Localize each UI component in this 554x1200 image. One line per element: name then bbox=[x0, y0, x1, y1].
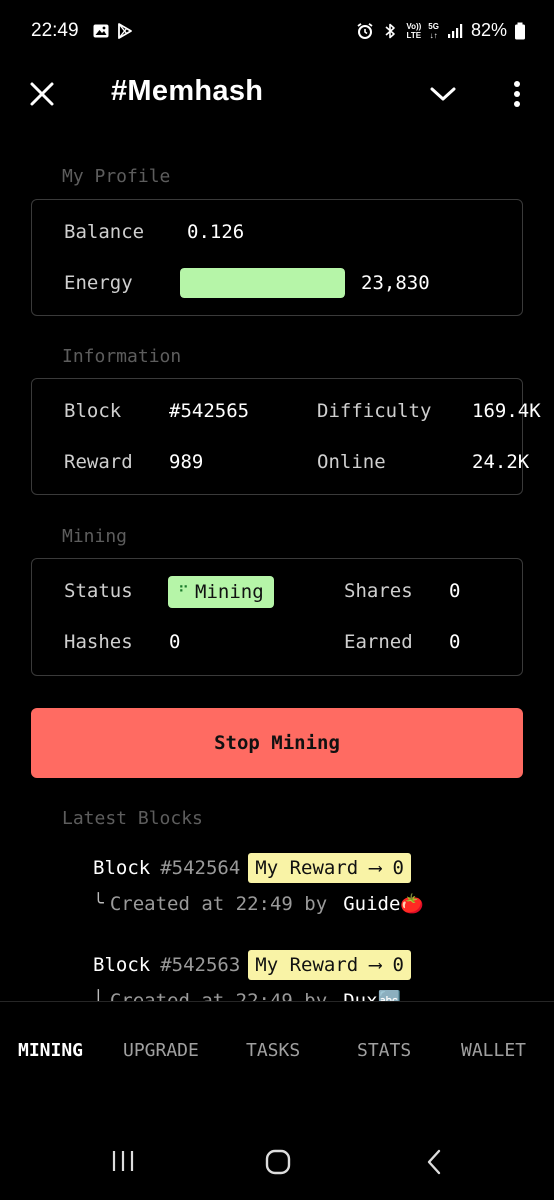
balance-value: 0.126 bbox=[187, 221, 245, 243]
nav-tab-stats[interactable]: STATS bbox=[357, 1040, 411, 1061]
status-badge: ⠋ Mining bbox=[168, 576, 274, 608]
shares-label: Shares bbox=[344, 580, 413, 602]
signal-icon bbox=[447, 23, 463, 38]
nav-tab-upgrade[interactable]: UPGRADE bbox=[123, 1040, 199, 1061]
more-options-icon[interactable] bbox=[505, 78, 529, 110]
close-icon[interactable] bbox=[26, 78, 58, 110]
block-number: #542563 bbox=[160, 954, 241, 976]
bluetooth-icon bbox=[385, 23, 396, 38]
section-label-mining: Mining bbox=[62, 526, 128, 547]
difficulty-label: Difficulty bbox=[317, 400, 432, 422]
list-item: Block #542564 My Reward ⟶ 0 ╰ Created at… bbox=[93, 852, 533, 915]
battery-percent: 82% bbox=[470, 20, 507, 40]
play-store-icon bbox=[118, 23, 132, 39]
block-word: Block bbox=[93, 954, 151, 976]
hashes-label: Hashes bbox=[64, 631, 133, 653]
block-word: Block bbox=[93, 857, 151, 879]
nav-tab-mining[interactable]: MINING bbox=[18, 1040, 83, 1061]
list-item: Block #542563 My Reward ⟶ 0 │ Created at… bbox=[93, 949, 533, 1001]
status-left-icons bbox=[92, 22, 134, 40]
block-number: #542564 bbox=[160, 857, 241, 879]
block-value: #542565 bbox=[169, 400, 250, 422]
creator-name: Guide🍅 bbox=[343, 893, 425, 915]
earned-value: 0 bbox=[449, 631, 461, 653]
spinner-icon: ⠋ bbox=[178, 583, 189, 601]
created-text: Created at 22:49 by bbox=[109, 892, 328, 915]
energy-label: Energy bbox=[64, 272, 133, 294]
mining-card: Status ⠋ Mining Shares 0 Hashes 0 Earned… bbox=[31, 558, 523, 676]
online-value: 24.2K bbox=[472, 451, 530, 473]
status-time: 22:49 bbox=[31, 20, 79, 41]
status-bar: 22:49 Vo)) LTE 5G ↓↑ 82% bbox=[0, 0, 554, 64]
bottom-nav: MINING UPGRADE TASKS STATS WALLET bbox=[0, 1001, 554, 1103]
status-right-icons: Vo)) LTE 5G ↓↑ 82% bbox=[356, 20, 526, 41]
information-card: Block #542565 Difficulty 169.4K Reward 9… bbox=[31, 378, 541, 495]
status-value: Mining bbox=[195, 581, 264, 603]
online-label: Online bbox=[317, 451, 386, 473]
energy-bar bbox=[180, 268, 345, 298]
block-label: Block bbox=[64, 400, 122, 422]
shares-value: 0 bbox=[449, 580, 461, 602]
section-label-latest-blocks: Latest Blocks bbox=[62, 808, 203, 829]
stop-mining-button[interactable]: Stop Mining bbox=[31, 708, 523, 778]
reward-chip: My Reward ⟶ 0 bbox=[248, 950, 411, 980]
battery-icon bbox=[515, 22, 525, 39]
nav-tab-wallet[interactable]: WALLET bbox=[461, 1040, 526, 1061]
network-5g-icon: 5G ↓↑ bbox=[428, 21, 439, 40]
reward-chip: My Reward ⟶ 0 bbox=[248, 853, 411, 883]
tree-branch-icon: │ bbox=[93, 990, 104, 1001]
reward-value: 989 bbox=[169, 451, 204, 473]
system-nav-bar bbox=[0, 1103, 554, 1200]
volte-icon: Vo)) LTE bbox=[406, 21, 422, 40]
home-icon[interactable] bbox=[264, 1149, 292, 1175]
balance-label: Balance bbox=[64, 221, 145, 243]
app-header: #Memhash bbox=[0, 64, 554, 126]
recent-apps-icon[interactable] bbox=[110, 1149, 136, 1173]
alarm-icon bbox=[357, 22, 373, 39]
earned-label: Earned bbox=[344, 631, 413, 653]
difficulty-value: 169.4K bbox=[472, 400, 541, 422]
back-icon[interactable] bbox=[424, 1149, 444, 1175]
energy-bar-fill bbox=[180, 268, 345, 298]
created-text: Created at 22:49 by bbox=[109, 989, 328, 1002]
latest-blocks-list: Block #542564 My Reward ⟶ 0 ╰ Created at… bbox=[0, 845, 554, 1001]
section-label-information: Information bbox=[62, 346, 182, 367]
reward-label: Reward bbox=[64, 451, 133, 473]
tree-branch-icon: ╰ bbox=[93, 893, 104, 914]
energy-value: 23,830 bbox=[361, 272, 430, 294]
creator-name: Dux🔤 bbox=[343, 990, 402, 1001]
profile-card: Balance 0.126 Energy 23,830 bbox=[31, 199, 523, 316]
hashes-value: 0 bbox=[169, 631, 181, 653]
page-title: #Memhash bbox=[111, 75, 264, 107]
status-label: Status bbox=[64, 580, 133, 602]
nav-tab-tasks[interactable]: TASKS bbox=[246, 1040, 300, 1061]
chevron-down-icon[interactable] bbox=[428, 82, 458, 106]
section-label-profile: My Profile bbox=[62, 166, 171, 187]
gallery-icon bbox=[93, 24, 109, 38]
